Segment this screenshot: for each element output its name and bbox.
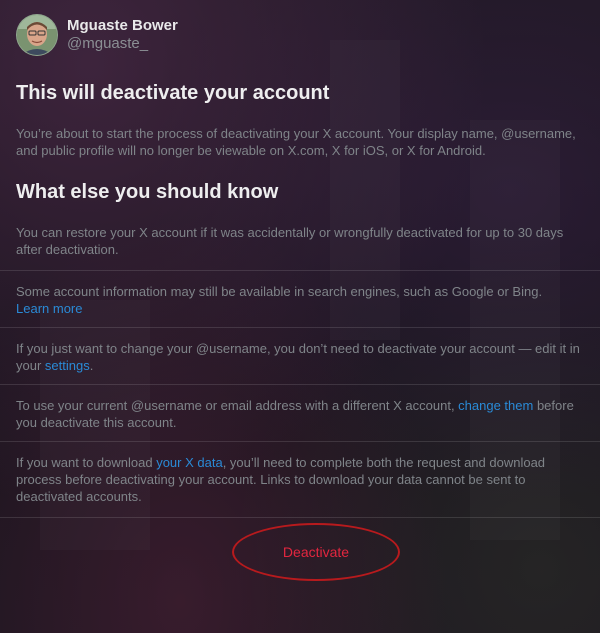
what-to-know-heading: What else you should know: [16, 181, 279, 203]
display-name: Mguaste Bower: [67, 17, 178, 34]
info-text: You can restore your X account if it was…: [16, 225, 564, 257]
info-text: Some account information may still be av…: [16, 284, 543, 299]
info-list: You can restore your X account if it was…: [0, 224, 600, 518]
info-item-search-engines: Some account information may still be av…: [0, 271, 600, 328]
info-item-email: To use your current @username or email a…: [0, 385, 600, 442]
info-item-download-data: If you want to download your X data, you…: [0, 442, 600, 518]
info-item-restore: You can restore your X account if it was…: [0, 224, 600, 271]
deactivate-page: Mguaste Bower @mguaste_ This will deacti…: [0, 0, 600, 588]
info-text: If you want to download: [16, 455, 157, 470]
user-info: Mguaste Bower @mguaste_: [67, 17, 178, 53]
user-handle: @mguaste_: [67, 35, 149, 52]
info-item-username: If you just want to change your @usernam…: [0, 328, 600, 385]
deactivate-heading: This will deactivate your account: [16, 82, 330, 104]
account-profile[interactable]: Mguaste Bower @mguaste_: [16, 0, 584, 70]
avatar: [16, 14, 58, 56]
info-text: If you just want to change your @usernam…: [16, 341, 580, 373]
settings-link[interactable]: settings: [45, 358, 90, 373]
deactivate-button[interactable]: Deactivate: [232, 523, 400, 581]
deactivate-area: Deactivate: [16, 518, 584, 588]
change-them-link[interactable]: change them: [458, 398, 533, 413]
your-x-data-link[interactable]: your X data: [156, 455, 223, 470]
deactivate-intro-text: You’re about to start the process of dea…: [16, 126, 576, 158]
info-text: To use your current @username or email a…: [16, 398, 459, 413]
learn-more-link[interactable]: Learn more: [16, 301, 82, 316]
info-text: .: [89, 358, 94, 373]
avatar-image: [17, 15, 57, 55]
